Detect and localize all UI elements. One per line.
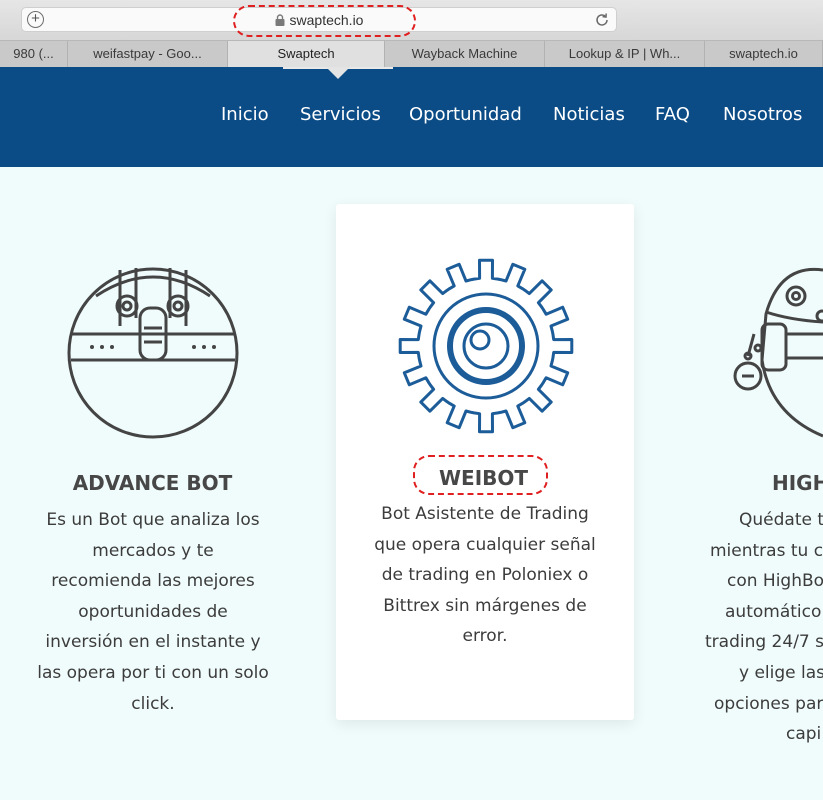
feature-desc-weibot: Bot Asistente de Trading que opera cualq… [352,499,618,652]
tab-1[interactable]: 980 (... [0,41,68,67]
desc-line: Quédate t [739,510,823,530]
tab-swaptech[interactable]: Swaptech [228,41,385,67]
tab-5[interactable]: Lookup & IP | Wh... [545,41,705,67]
desc-line: las opera por ti con un solo [37,662,269,683]
reload-icon[interactable] [594,12,610,28]
feature-desc-high: Quédate t mientras tu c con HighBo autom… [690,505,823,750]
nav-faq[interactable]: FAQ [655,104,690,125]
nav-servicios[interactable]: Servicios [300,104,381,125]
tab-4[interactable]: Wayback Machine [385,41,545,67]
title-annotation [413,455,548,495]
main-nav: Inicio Servicios Oportunidad Noticias FA… [0,104,823,128]
active-nav-pointer [326,67,350,79]
desc-line: Bot Asistente de Trading [381,504,589,524]
feature-desc-advance-bot: Es un Bot que analiza los mercados y te … [20,505,286,719]
desc-line: con HighBo [727,571,823,592]
desc-line: trading 24/7 si [705,632,823,653]
feature-title-high: HIGH [772,471,823,495]
tab-bar: 980 (... weifastpay - Goo... Swaptech Wa… [0,40,823,67]
robot-ball-icon [67,267,239,439]
url-annotation [233,5,416,37]
nav-oportunidad[interactable]: Oportunidad [409,104,522,125]
feature-title-advance-bot: ADVANCE BOT [72,471,233,495]
gear-icon [398,258,574,434]
desc-line: mercados y te [92,540,214,561]
tab-6[interactable]: swaptech.io [705,41,823,67]
tab-2[interactable]: weifastpay - Goo... [68,41,228,67]
desc-line: Es un Bot que analiza los [46,510,260,530]
nav-inicio[interactable]: Inicio [221,104,269,125]
desc-line: click. [131,693,175,714]
desc-line: Bittrex sin márgenes de [383,595,587,616]
nav-nosotros[interactable]: Nosotros [723,104,802,125]
desc-line: oportunidades de [78,601,228,622]
robot-head-icon [733,267,823,438]
desc-line: automático [725,601,822,622]
desc-line: de trading en Poloniex o [381,565,589,586]
desc-line: capi [786,724,822,745]
desc-line: mientras tu c [710,540,823,561]
desc-line: recomienda las mejores [51,571,255,592]
desc-line: y elige las [739,662,823,683]
desc-line: que opera cualquier señal [374,534,596,555]
nav-noticias[interactable]: Noticias [553,104,625,125]
desc-line: opciones par [714,693,823,714]
desc-line: inversión en el instante y [45,632,261,653]
desc-line: error. [462,626,508,647]
